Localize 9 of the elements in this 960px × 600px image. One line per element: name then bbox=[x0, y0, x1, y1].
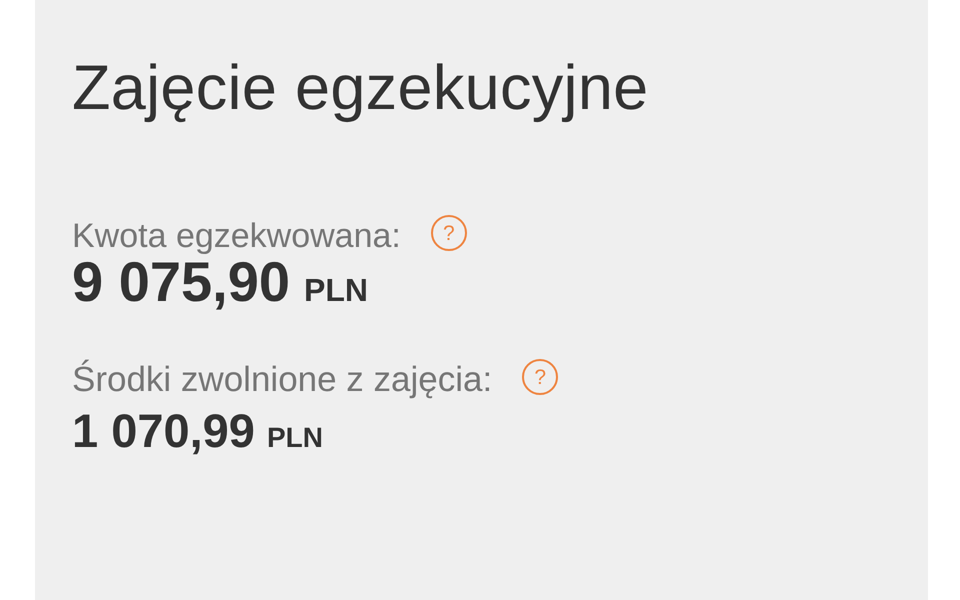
amount-value: 9 075,90 bbox=[72, 254, 290, 310]
currency-label: PLN bbox=[266, 421, 323, 455]
help-button[interactable]: ? bbox=[430, 215, 467, 251]
amount-value: 1 070,99 bbox=[72, 406, 255, 456]
help-button[interactable]: ? bbox=[522, 359, 558, 395]
currency-label: PLN bbox=[304, 271, 368, 310]
page-title: Zajęcie egzekucyjne bbox=[72, 52, 649, 125]
field-label: Środki zwolnione z zajęcia: bbox=[72, 360, 492, 400]
field-label: Kwota egzekwowana: bbox=[72, 216, 401, 256]
